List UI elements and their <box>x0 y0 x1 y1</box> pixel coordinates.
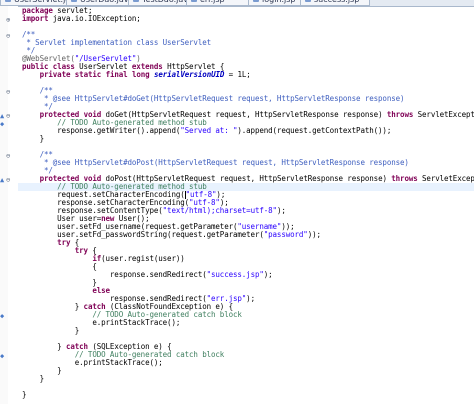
override-marker-icon[interactable]: ▲ <box>0 176 4 184</box>
java-file-icon <box>71 0 77 2</box>
editor-tab-label: success.jsp <box>314 0 359 4</box>
code-token: static <box>74 70 102 79</box>
code-line[interactable]: } <box>18 375 474 383</box>
editor-tab-label: UserDao.java <box>80 0 133 4</box>
override-marker-icon[interactable]: ▲ <box>0 112 4 120</box>
fold-collapse-icon[interactable]: ⊖ <box>6 32 10 40</box>
editor-tab-label: login.jsp <box>262 0 296 4</box>
code-token: (user.regist(user)) <box>101 254 185 263</box>
code-line-text: * @see HttpServlet#doPost(HttpServletReq… <box>22 159 409 167</box>
code-line-text: } <box>22 326 80 335</box>
code-token: } <box>22 390 27 399</box>
code-token: } <box>22 134 45 143</box>
code-line[interactable]: e.printStackTrace(); <box>18 359 474 367</box>
code-line[interactable]: response.getWriter().append("Served at: … <box>18 127 474 135</box>
code-token: java.io.IOException; <box>48 14 141 23</box>
code-line[interactable]: * @see HttpServlet#doGet(HttpServletRequ… <box>18 95 474 103</box>
code-token: * @see HttpServlet#doPost(HttpServletReq… <box>22 158 409 167</box>
code-line[interactable] <box>18 79 474 87</box>
code-line[interactable]: } <box>18 391 474 399</box>
overview-ruler <box>0 6 8 404</box>
code-line[interactable]: } <box>18 327 474 335</box>
code-token: private <box>39 70 71 79</box>
code-line[interactable]: * @see HttpServlet#doPost(HttpServletReq… <box>18 159 474 167</box>
code-token: response.getWriter().append( <box>22 126 181 135</box>
code-token: "Served at: " <box>180 126 238 135</box>
code-token: )); <box>307 230 321 239</box>
code-token: ).append(request.getContextPath()); <box>237 126 392 135</box>
code-line-text: } <box>22 374 45 383</box>
code-token: ServletException, IOException { <box>422 174 474 183</box>
fold-collapse-icon[interactable]: ⊖ <box>6 112 10 120</box>
fold-collapse-icon[interactable]: ⊖ <box>6 88 10 96</box>
code-line-text: private static final long serialVersionU… <box>22 71 251 79</box>
line-gutter <box>8 6 18 404</box>
code-token: long <box>131 70 150 79</box>
code-token: throws <box>386 110 414 119</box>
java-file-icon <box>191 0 197 2</box>
code-token: = 1L; <box>224 70 251 79</box>
code-line[interactable]: e.printStackTrace(); <box>18 319 474 327</box>
code-token: "password" <box>263 230 308 239</box>
code-line-text: * @see HttpServlet#doGet(HttpServletRequ… <box>22 94 405 103</box>
code-line[interactable]: private static final long serialVersionU… <box>18 71 474 79</box>
code-token: throws <box>391 174 418 183</box>
code-line-text: } <box>22 134 45 143</box>
task-marker-icon[interactable]: ◆ <box>0 120 4 128</box>
code-line[interactable] <box>18 23 474 31</box>
task-marker-icon[interactable]: ◆ <box>0 312 4 320</box>
code-token: import <box>22 14 49 23</box>
task-marker-icon[interactable]: ◆ <box>0 352 4 360</box>
code-line[interactable]: user.setFd_passwordString(request.getPar… <box>18 231 474 239</box>
code-area[interactable]: package servlet; ⊕ import java.io.IOExcept… <box>0 6 474 404</box>
code-line-text: * Servlet implementation class UserServl… <box>22 39 211 47</box>
code-token: "success.jsp" <box>206 270 264 279</box>
java-file-icon <box>305 0 311 2</box>
code-token: "text/html);charset=utf-8" <box>162 206 277 215</box>
code-line[interactable]: ⊕ import java.io.IOException; <box>6 15 474 25</box>
code-line-text: } <box>22 390 27 399</box>
code-token: ServletException, IOException { <box>417 110 474 119</box>
code-line-text: import java.io.IOException; <box>22 15 141 23</box>
code-editor[interactable]: UserServlet.javaUserDao.javaTestDao.java… <box>0 0 474 404</box>
code-token: ); <box>276 206 286 215</box>
editor-tab-label: UserServlet.java <box>14 0 73 4</box>
fold-collapse-icon[interactable]: ⊖ <box>6 176 10 184</box>
code-token: ); <box>263 270 273 279</box>
code-line[interactable]: * Servlet implementation class UserServl… <box>18 39 474 47</box>
code-token: final <box>105 70 128 79</box>
code-token: * Servlet implementation class UserServl… <box>22 38 212 47</box>
code-line[interactable]: } <box>18 367 474 375</box>
editor-tab-label: err.jsp <box>200 0 225 4</box>
code-line[interactable] <box>18 383 474 391</box>
code-token: } <box>22 326 80 335</box>
code-token: ); <box>246 294 255 303</box>
code-line-text: response.getWriter().append("Served at: … <box>22 127 391 135</box>
code-line[interactable] <box>18 399 474 404</box>
java-file-icon <box>133 0 139 2</box>
code-token: * @see HttpServlet#doGet(HttpServletRequ… <box>22 94 405 103</box>
java-file-icon <box>5 0 11 2</box>
code-token: serialVersionUID <box>153 70 225 79</box>
code-token: } <box>22 374 45 383</box>
java-file-icon <box>253 0 259 2</box>
code-line[interactable]: } <box>18 135 474 143</box>
code-line[interactable] <box>18 143 474 151</box>
fold-expand-icon[interactable]: ⊕ <box>6 16 10 24</box>
fold-collapse-icon[interactable]: ⊖ <box>6 152 10 160</box>
